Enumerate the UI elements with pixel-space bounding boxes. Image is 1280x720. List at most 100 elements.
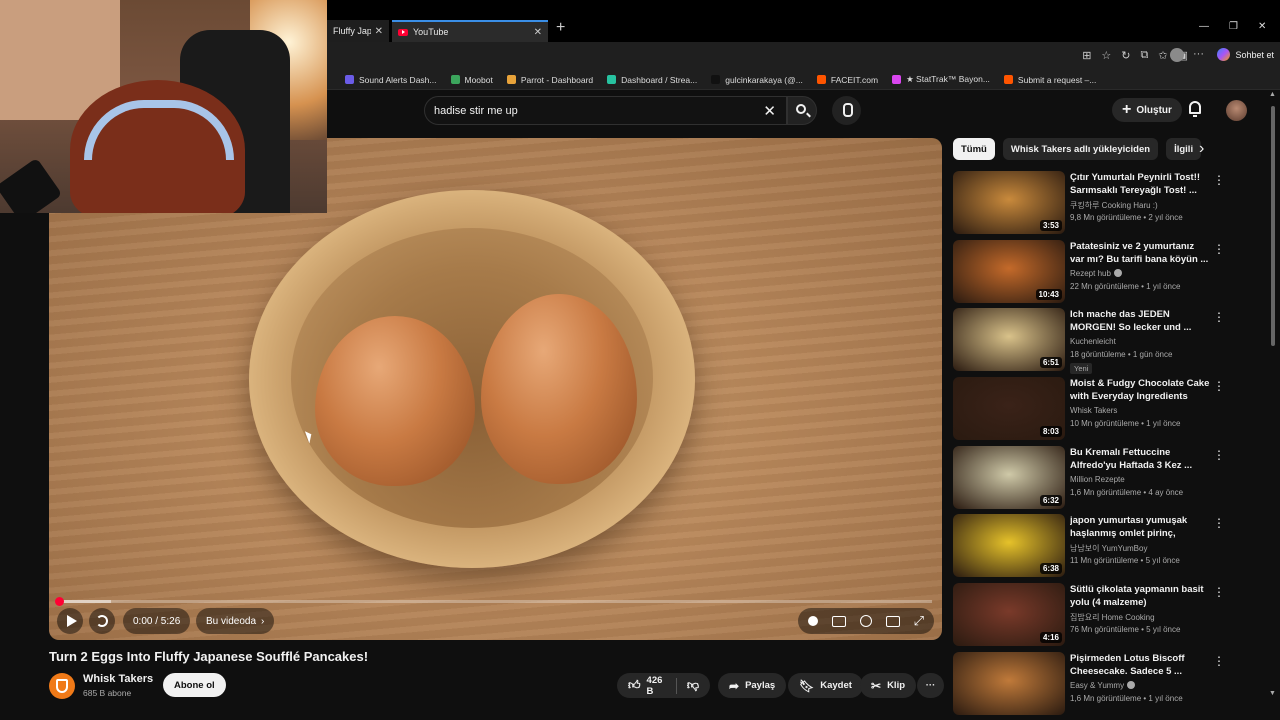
like-count[interactable]: 426 B [647, 675, 665, 697]
favorite-star-icon[interactable]: ☆ [1101, 49, 1111, 62]
play-button[interactable] [57, 608, 83, 634]
bookmark-item[interactable]: Parrot - Dashboard [506, 75, 593, 85]
copilot-button[interactable]: Sohbet et [1217, 48, 1274, 61]
video-thumbnail[interactable]: 8:03 [953, 377, 1065, 440]
extensions-icon[interactable]: ⧉ [1141, 49, 1149, 62]
scrubber-handle[interactable] [55, 597, 64, 606]
video-thumbnail[interactable]: 6:38 [953, 514, 1065, 577]
video-player[interactable]: 0:00 / 5:26 Bu videoda › ⤢ [49, 138, 942, 640]
channel-avatar[interactable] [49, 673, 75, 699]
more-vertical-icon[interactable]: ⋮ [1213, 380, 1225, 392]
subtitles-icon[interactable] [831, 615, 846, 627]
more-vertical-icon[interactable]: ⋮ [1213, 517, 1225, 529]
bookmark-label: Submit a request –... [1017, 74, 1097, 85]
progress-bar[interactable] [55, 597, 932, 606]
recommendation-title[interactable]: Sütlü çikolata yapmanın basit yolu (4 ma… [1070, 583, 1210, 609]
more-vertical-icon[interactable]: ⋮ [1213, 311, 1225, 323]
bookmark-item[interactable]: gulcinkarakaya (@... [711, 75, 803, 85]
settings-gear-icon[interactable] [859, 615, 872, 627]
minimize-icon[interactable]: — [1199, 21, 1209, 32]
recommendation-channel[interactable]: 남남보이 YumYumBoy [1070, 543, 1147, 554]
recommendation-item[interactable]: 8:03 Moist & Fudgy Chocolate Cake with Ev… [953, 377, 1225, 443]
bookmark-item[interactable]: Submit a request –... [1003, 74, 1097, 85]
video-thumbnail[interactable]: 10:43 [953, 240, 1065, 303]
more-icon[interactable]: ··· [1193, 48, 1204, 60]
tab-youtube[interactable]: YouTube ✕ [392, 20, 548, 42]
dislike-icon[interactable]: 👎︎ [687, 678, 699, 693]
recommendation-title[interactable]: Çıtır Yumurtalı Peynirli Tost!! Sarımsak… [1070, 171, 1210, 197]
recommendation-title[interactable]: japon yumurtası yumuşak haşlanmış omlet … [1070, 514, 1210, 540]
chapters-button[interactable]: Bu videoda › [196, 608, 275, 634]
recommendation-item[interactable]: 10:43 Patatesiniz ve 2 yumurtanız var mı?… [953, 240, 1225, 306]
video-thumbnail[interactable]: 4:16 [953, 583, 1065, 646]
chip-from-uploader[interactable]: Whisk Takers adlı yükleyiciden [1002, 138, 1159, 160]
recommendation-title[interactable]: Patatesiniz ve 2 yumurtanız var mı? Bu t… [1070, 240, 1210, 266]
notifications-bell-icon[interactable] [1189, 101, 1201, 117]
more-vertical-icon[interactable]: ⋮ [1213, 655, 1225, 667]
video-thumbnail[interactable]: 6:51 [953, 308, 1065, 371]
share-button[interactable]: ➦ Paylaş [718, 673, 787, 698]
new-tab-icon[interactable]: + [556, 19, 565, 37]
recommendation-channel[interactable]: Kuchenleicht [1070, 337, 1116, 346]
recommendation-title[interactable]: Bu Kremalı Fettuccine Alfredo'yu Haftada… [1070, 446, 1210, 472]
more-vertical-icon[interactable]: ⋮ [1213, 174, 1225, 186]
clear-search-icon[interactable]: ✕ [763, 102, 776, 120]
create-button[interactable]: + Oluştur [1112, 98, 1182, 122]
volume-button[interactable] [89, 608, 115, 634]
miniplayer-icon[interactable] [885, 615, 900, 627]
apps-icon[interactable]: ⊞ [1082, 49, 1091, 62]
channel-name[interactable]: Whisk Takers [83, 673, 153, 685]
recommendation-item[interactable]: 3:53 Çıtır Yumurtalı Peynirli Tost!! Sarı… [953, 171, 1225, 237]
video-thumbnail[interactable]: 6:32 [953, 446, 1065, 509]
recommendation-item[interactable]: 6:32 Bu Kremalı Fettuccine Alfredo'yu Haf… [953, 446, 1225, 512]
close-window-icon[interactable]: ✕ [1258, 21, 1266, 32]
video-thumbnail[interactable] [953, 652, 1065, 715]
account-avatar[interactable] [1226, 100, 1247, 121]
close-tab-icon[interactable]: ✕ [534, 27, 542, 38]
save-button[interactable]: 🔖︎ Kaydet [788, 673, 863, 698]
bookmark-item[interactable]: Sound Alerts Dash... [345, 75, 437, 85]
video-thumbnail[interactable]: 3:53 [953, 171, 1065, 234]
recommendation-channel[interactable]: Rezept hub [1070, 269, 1122, 278]
page-scrollbar[interactable] [1270, 96, 1276, 696]
more-vertical-icon[interactable]: ⋮ [1213, 449, 1225, 461]
scrollbar-thumb[interactable] [1271, 106, 1275, 346]
profile-icon[interactable] [1170, 48, 1184, 62]
recommendation-title[interactable]: Pişirmeden Lotus Biscoff Cheesecake. Sad… [1070, 652, 1210, 678]
chip-all[interactable]: Tümü [953, 138, 995, 160]
bookmark-item[interactable]: Dashboard / Strea... [607, 75, 697, 85]
bookmark-item[interactable]: FACEIT.com [816, 75, 878, 85]
like-icon[interactable]: 👍︎ [628, 678, 641, 693]
recommendation-channel[interactable]: 집밥요리 Home Cooking [1070, 612, 1155, 623]
fullscreen-icon[interactable]: ⤢ [914, 613, 924, 629]
restore-icon[interactable]: ❐ [1229, 21, 1238, 32]
voice-search-icon[interactable] [832, 96, 861, 125]
subscribe-button[interactable]: Abone ol [163, 673, 226, 697]
recommendation-title[interactable]: Moist & Fudgy Chocolate Cake with Everyd… [1070, 377, 1210, 403]
scroll-down-icon[interactable]: ▼ [1269, 690, 1276, 697]
recommendation-title[interactable]: Ich mache das JEDEN MORGEN! So lecker un… [1070, 308, 1210, 334]
search-button[interactable] [787, 96, 817, 125]
more-vertical-icon[interactable]: ⋮ [1213, 586, 1225, 598]
recommendation-channel[interactable]: 쿠킹하루 Cooking Haru :) [1070, 200, 1158, 211]
recommendation-item[interactable]: 6:38 japon yumurtası yumuşak haşlanmış om… [953, 514, 1225, 580]
recommendation-item[interactable]: 4:16 Sütlü çikolata yapmanın basit yolu (… [953, 583, 1225, 649]
bookmark-item[interactable]: Moobot [450, 75, 493, 85]
recommendation-channel[interactable]: Easy & Yummy [1070, 681, 1136, 690]
recommendation-channel[interactable]: Whisk Takers [1070, 406, 1117, 415]
chip-related[interactable]: İlgili [1166, 138, 1202, 160]
recommendation-item[interactable]: 6:51 Ich mache das JEDEN MORGEN! So lecke… [953, 308, 1225, 374]
recommendation-item[interactable]: Pişirmeden Lotus Biscoff Cheesecake. Sad… [953, 652, 1225, 718]
autoplay-toggle-icon[interactable] [807, 616, 818, 626]
tab-fluffy[interactable]: Fluffy Japane ✕ [327, 20, 389, 42]
bookmark-item[interactable]: ★ StatTrak™ Bayon... [892, 74, 990, 85]
clip-button[interactable]: ✂ Klip [860, 673, 917, 698]
favorites-icon[interactable]: ✩ [1158, 49, 1167, 62]
more-actions-button[interactable]: ··· [917, 673, 944, 698]
close-tab-icon[interactable]: ✕ [375, 26, 383, 37]
search-input[interactable] [425, 97, 745, 124]
more-vertical-icon[interactable]: ⋮ [1213, 243, 1225, 255]
refresh-icon[interactable]: ↻ [1121, 49, 1130, 62]
chevron-right-icon[interactable]: › [1199, 140, 1204, 158]
recommendation-channel[interactable]: Million Rezepte [1070, 475, 1125, 484]
